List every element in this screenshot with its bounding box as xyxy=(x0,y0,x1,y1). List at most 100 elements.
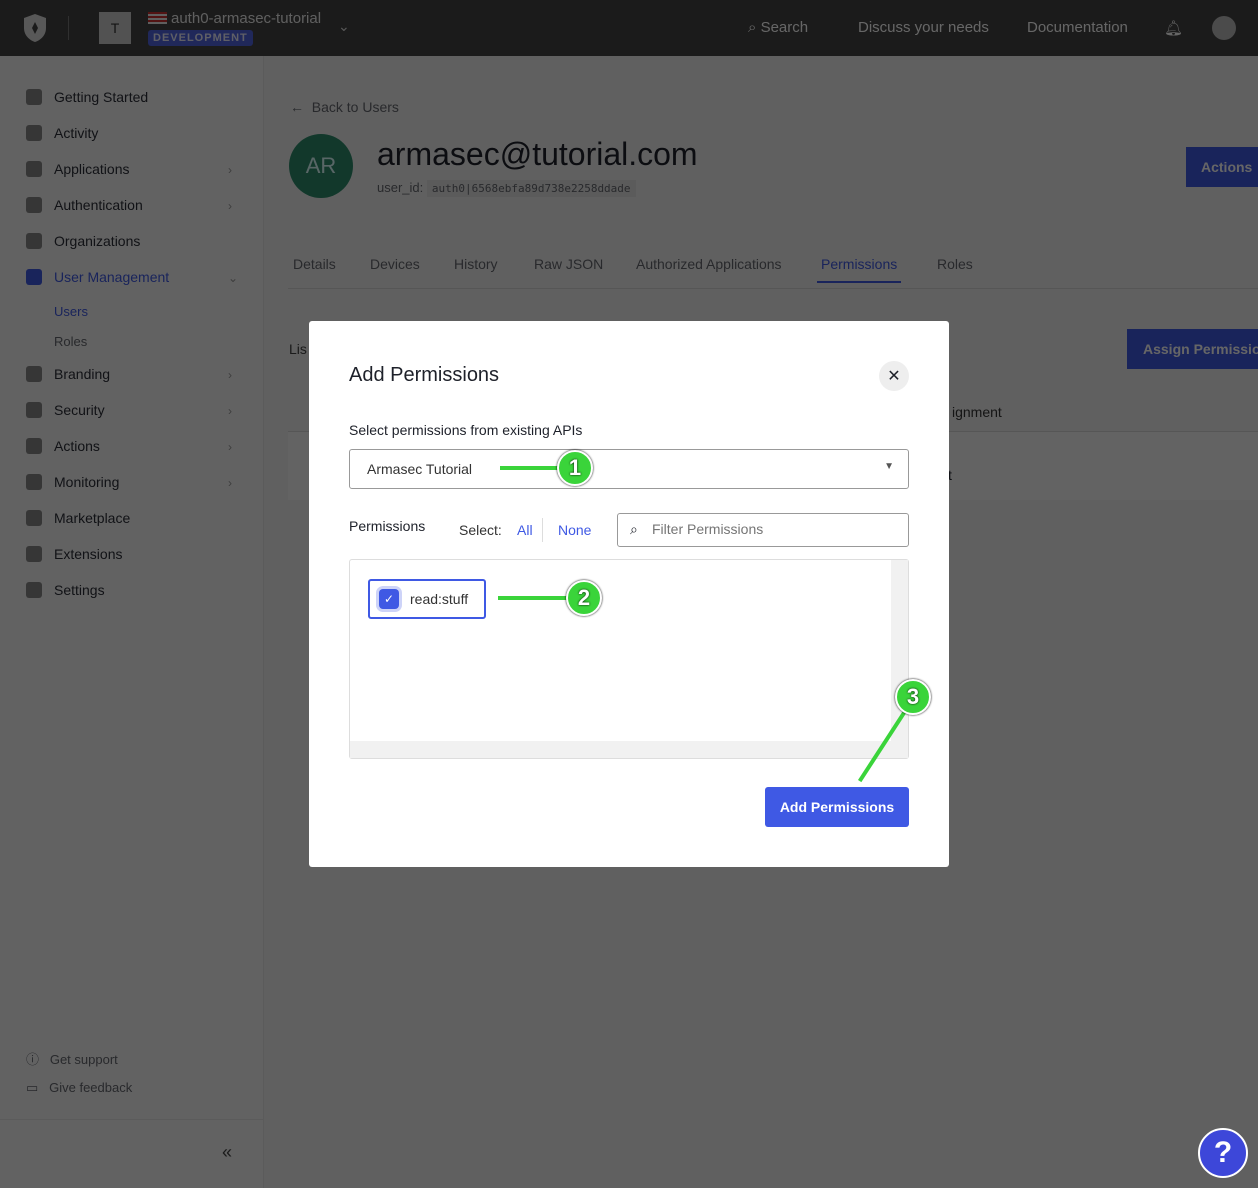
tenant-name[interactable]: auth0-armasec-tutorial xyxy=(171,10,321,27)
label: Organizations xyxy=(54,233,141,249)
filter-permissions-input[interactable]: ⌕ xyxy=(617,513,909,547)
list-label: Lis xyxy=(289,341,307,357)
label: Get support xyxy=(49,1052,118,1067)
select-label: Select: xyxy=(459,522,502,538)
select-none-link[interactable]: None xyxy=(558,522,591,538)
chevron-right-icon: › xyxy=(228,163,232,177)
user-avatar[interactable] xyxy=(1212,16,1236,40)
environment-badge: DEVELOPMENT xyxy=(148,30,253,46)
label: Back to Users xyxy=(311,99,399,115)
chevron-down-icon: ⌄ xyxy=(228,271,239,285)
dialog-title: Add Permissions xyxy=(349,364,500,386)
layers-icon xyxy=(26,161,42,177)
sidebar-item-monitoring[interactable]: Monitoring xyxy=(26,474,119,490)
filter-input-field[interactable] xyxy=(652,521,892,537)
label: user_id: xyxy=(377,180,424,195)
divider xyxy=(68,16,69,40)
annotation-arrow xyxy=(498,596,568,600)
tenant-avatar[interactable]: T xyxy=(99,12,131,44)
tab-history[interactable]: History xyxy=(454,256,498,272)
divider xyxy=(288,288,1258,289)
sidebar-item-authentication[interactable]: Authentication xyxy=(26,197,143,213)
tab-roles[interactable]: Roles xyxy=(937,256,973,272)
actions-button[interactable]: Actions xyxy=(1186,147,1258,187)
sidebar-item-settings[interactable]: Settings xyxy=(26,582,105,598)
permission-checkbox-item[interactable]: ✓ read:stuff xyxy=(368,579,486,619)
label: Getting Started xyxy=(54,89,149,105)
user-id-value[interactable]: auth0|6568ebfa89d738e2258ddade xyxy=(426,180,636,197)
chevron-right-icon: › xyxy=(228,440,232,454)
discuss-link[interactable]: Discuss your needs xyxy=(858,19,989,36)
add-permissions-button[interactable]: Add Permissions xyxy=(765,787,909,827)
label: User Management xyxy=(54,269,170,285)
api-select-label: Select permissions from existing APIs xyxy=(349,422,583,438)
sidebar-item-user-management[interactable]: User Management xyxy=(26,269,169,285)
sidebar-item-marketplace[interactable]: Marketplace xyxy=(26,510,130,526)
annotation-arrow xyxy=(500,466,558,470)
auth0-logo-icon[interactable] xyxy=(22,14,48,42)
search-icon: ⌕ xyxy=(748,19,761,36)
users-icon xyxy=(26,269,42,285)
divider xyxy=(542,518,543,542)
label: Security xyxy=(54,402,105,418)
brush-icon xyxy=(26,366,42,382)
tab-raw-json[interactable]: Raw JSON xyxy=(534,256,603,272)
chevron-right-icon: › xyxy=(228,404,232,418)
caret-down-icon: ▼ xyxy=(884,461,894,472)
chevron-down-icon[interactable]: ⌄ xyxy=(338,18,350,35)
sidebar-item-activity[interactable]: Activity xyxy=(26,125,98,141)
tab-details[interactable]: Details xyxy=(293,256,336,272)
bell-icon[interactable]: 🔔︎ xyxy=(1164,19,1183,37)
actions-icon xyxy=(26,438,42,454)
chevron-right-icon: › xyxy=(228,476,232,490)
tab-devices[interactable]: Devices xyxy=(370,256,420,272)
chevron-right-icon: › xyxy=(228,368,232,382)
label: Applications xyxy=(54,161,130,177)
chevron-right-icon: › xyxy=(228,199,232,213)
puzzle-icon xyxy=(26,546,42,562)
permissions-list: ✓ read:stuff xyxy=(349,559,909,759)
annotation-step-2: 2 xyxy=(566,580,602,616)
user-email-title: armasec@tutorial.com xyxy=(377,136,698,172)
bolt-icon xyxy=(26,89,42,105)
sidebar-subitem-users[interactable]: Users xyxy=(54,304,88,319)
select-all-link[interactable]: All xyxy=(517,522,533,538)
sidebar-subitem-roles[interactable]: Roles xyxy=(54,334,87,349)
column-header-assignment: ignment xyxy=(952,404,1002,420)
label: Actions xyxy=(54,438,100,454)
checkbox-checked-icon[interactable]: ✓ xyxy=(379,589,399,609)
documentation-link[interactable]: Documentation xyxy=(1027,19,1128,36)
label: Give feedback xyxy=(49,1080,133,1095)
give-feedback-link[interactable]: ▭ Give feedback xyxy=(26,1080,132,1096)
sidebar-item-security[interactable]: Security xyxy=(26,402,105,418)
tab-authorized-applications[interactable]: Authorized Applications xyxy=(636,256,782,272)
label: Branding xyxy=(54,366,111,382)
permission-label: read:stuff xyxy=(410,591,469,607)
shield-icon xyxy=(26,402,42,418)
grid-plus-icon xyxy=(26,510,42,526)
building-icon xyxy=(26,233,42,249)
help-button[interactable]: ? xyxy=(1198,1128,1248,1178)
api-select[interactable]: Armasec Tutorial ▼ xyxy=(349,449,909,489)
back-to-users-link[interactable]: ← Back to Users xyxy=(290,99,399,115)
sidebar-item-actions[interactable]: Actions xyxy=(26,438,100,454)
add-permissions-dialog: Add Permissions ✕ Select permissions fro… xyxy=(309,321,949,867)
assign-permissions-button[interactable]: Assign Permissio xyxy=(1127,329,1258,369)
label: Marketplace xyxy=(54,510,131,526)
sidebar-item-getting-started[interactable]: Getting Started xyxy=(26,89,148,105)
horizontal-scrollbar[interactable] xyxy=(350,741,908,758)
sidebar-item-organizations[interactable]: Organizations xyxy=(26,233,140,249)
sidebar-item-applications[interactable]: Applications xyxy=(26,161,130,177)
chart-icon xyxy=(26,125,42,141)
collapse-sidebar-icon[interactable]: « xyxy=(222,1142,232,1163)
get-support-link[interactable]: ⓘ Get support xyxy=(26,1049,118,1068)
sidebar-item-extensions[interactable]: Extensions xyxy=(26,546,122,562)
label: Activity xyxy=(54,125,99,141)
search-button[interactable]: ⌕ Search xyxy=(748,19,808,36)
close-icon[interactable]: ✕ xyxy=(879,361,909,391)
divider xyxy=(0,1119,264,1120)
top-bar: T auth0-armasec-tutorial DEVELOPMENT ⌄ ⌕… xyxy=(0,0,1258,56)
label: Monitoring xyxy=(54,474,120,490)
sidebar-item-branding[interactable]: Branding xyxy=(26,366,110,382)
tab-permissions[interactable]: Permissions xyxy=(817,256,902,283)
